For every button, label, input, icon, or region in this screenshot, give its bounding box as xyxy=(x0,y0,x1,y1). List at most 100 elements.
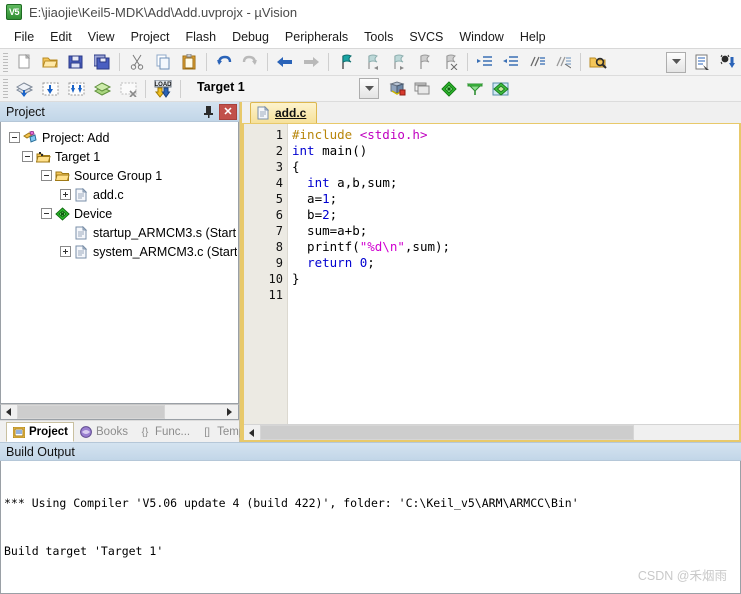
menu-peripherals[interactable]: Peripherals xyxy=(277,28,356,46)
bookmark-clear-icon[interactable] xyxy=(412,51,436,74)
tab-books[interactable]: Books xyxy=(74,422,133,442)
save-icon[interactable] xyxy=(64,51,88,74)
build-output-text[interactable]: *** Using Compiler 'V5.06 update 4 (buil… xyxy=(0,461,741,594)
indent-icon[interactable] xyxy=(473,51,497,74)
build-toolbar: LOAD Target 1 xyxy=(0,76,741,102)
build-output-panel: Build Output *** Using Compiler 'V5.06 u… xyxy=(0,442,741,594)
tree-item-device[interactable]: Device xyxy=(5,204,238,223)
scrollbar-track[interactable] xyxy=(17,405,222,419)
scroll-left-icon[interactable] xyxy=(1,405,17,419)
menu-svcs[interactable]: SVCS xyxy=(401,28,451,46)
combo-dropdown-icon[interactable] xyxy=(664,51,688,74)
tree-expander[interactable] xyxy=(41,208,52,219)
scroll-right-icon[interactable] xyxy=(222,405,238,419)
bookmark-toggle-icon[interactable] xyxy=(334,51,358,74)
redo-icon[interactable] xyxy=(238,51,262,74)
tree-expander[interactable] xyxy=(22,151,33,162)
code-token: printf( xyxy=(292,239,360,254)
tree-expander[interactable] xyxy=(60,189,71,200)
tab-label: Project xyxy=(29,426,68,438)
chevron-down-icon[interactable] xyxy=(359,78,379,99)
pack-installer-icon[interactable] xyxy=(437,77,461,100)
copy-icon[interactable] xyxy=(151,51,175,74)
tree-expander[interactable] xyxy=(9,132,20,143)
scrollbar-thumb[interactable] xyxy=(17,405,165,419)
toolbar-grip[interactable] xyxy=(3,53,8,72)
c-file-icon xyxy=(257,106,270,120)
tree-item-source-group-1[interactable]: Source Group 1 xyxy=(5,166,238,185)
editor-frame: 1 2 3 4 5 6 7 8 9 10 11 #include <stdio.… xyxy=(242,124,741,442)
download-icon[interactable]: LOAD xyxy=(151,77,175,100)
toolbar-grip[interactable] xyxy=(3,79,8,98)
uncomment-icon[interactable] xyxy=(551,51,575,74)
title-bar: V5 E:\jiaojie\Keil5-MDK\Add\Add.uvprojx … xyxy=(0,0,741,25)
project-panel-header: Project ✕ xyxy=(0,102,239,122)
menu-edit[interactable]: Edit xyxy=(42,28,80,46)
tree-expander[interactable] xyxy=(41,170,52,181)
target-options-icon[interactable] xyxy=(385,77,409,100)
code-editor[interactable]: 1 2 3 4 5 6 7 8 9 10 11 #include <stdio.… xyxy=(244,124,739,424)
rebuild-icon[interactable] xyxy=(38,77,62,100)
menu-view[interactable]: View xyxy=(80,28,123,46)
bookmark-next-icon[interactable] xyxy=(386,51,410,74)
code-token: ; xyxy=(330,191,338,206)
target-selector-value[interactable]: Target 1 xyxy=(191,78,359,99)
configure-icon[interactable] xyxy=(690,51,714,74)
stop-build-icon[interactable] xyxy=(116,77,140,100)
navigate-forward-icon[interactable] xyxy=(299,51,323,74)
tree-item-system-armcm3-c[interactable]: system_ARMCM3.c (Start xyxy=(5,242,238,261)
batch-build-icon[interactable] xyxy=(64,77,88,100)
project-tree[interactable]: Project: Add Target 1 xyxy=(0,122,239,404)
debug-settings-icon[interactable] xyxy=(716,51,740,74)
code-line: int a,b,sum; xyxy=(292,175,739,191)
navigate-back-icon[interactable] xyxy=(273,51,297,74)
bookmark-clear-all-icon[interactable] xyxy=(438,51,462,74)
find-in-files-icon[interactable] xyxy=(586,51,610,74)
tree-item-project-add[interactable]: Project: Add xyxy=(5,128,238,147)
menu-file[interactable]: File xyxy=(6,28,42,46)
tree-item-add-c[interactable]: add.c xyxy=(5,185,238,204)
document-tabs: add.c xyxy=(242,102,741,124)
manage-runtime-icon[interactable] xyxy=(489,77,513,100)
code-line: #include <stdio.h> xyxy=(292,127,739,143)
bookmark-prev-icon[interactable] xyxy=(360,51,384,74)
close-icon[interactable]: ✕ xyxy=(219,104,237,120)
code-content[interactable]: #include <stdio.h>int main(){ int a,b,su… xyxy=(288,124,739,424)
menu-project[interactable]: Project xyxy=(123,28,178,46)
code-token: 2 xyxy=(322,207,330,222)
tab-label: Books xyxy=(96,426,128,438)
pin-icon[interactable] xyxy=(200,103,217,120)
menu-flash[interactable]: Flash xyxy=(177,28,224,46)
tree-expander[interactable] xyxy=(60,246,71,257)
document-tab-add-c[interactable]: add.c xyxy=(250,102,317,123)
tree-item-target-1[interactable]: Target 1 xyxy=(5,147,238,166)
menu-window[interactable]: Window xyxy=(451,28,511,46)
scrollbar-track[interactable] xyxy=(260,425,739,440)
menu-tools[interactable]: Tools xyxy=(356,28,401,46)
paste-icon[interactable] xyxy=(177,51,201,74)
project-tree-hscrollbar[interactable] xyxy=(0,404,239,420)
target-selector[interactable]: Target 1 xyxy=(191,78,379,99)
cut-icon[interactable] xyxy=(125,51,149,74)
save-all-icon[interactable] xyxy=(90,51,114,74)
tree-item-startup-armcm3-s[interactable]: startup_ARMCM3.s (Start xyxy=(5,223,238,242)
code-token: ; xyxy=(330,207,338,222)
menu-help[interactable]: Help xyxy=(512,28,554,46)
new-file-icon[interactable] xyxy=(12,51,36,74)
configuration-wizard-icon[interactable] xyxy=(463,77,487,100)
menu-debug[interactable]: Debug xyxy=(224,28,277,46)
outdent-icon[interactable] xyxy=(499,51,523,74)
scroll-left-icon[interactable] xyxy=(244,425,260,440)
toolbar-separator xyxy=(180,80,181,98)
tab-functions[interactable]: {} Func... xyxy=(133,422,195,442)
scrollbar-thumb[interactable] xyxy=(260,425,634,440)
combo-arrow[interactable] xyxy=(666,52,686,73)
editor-hscrollbar[interactable] xyxy=(244,424,739,440)
translate-icon[interactable] xyxy=(90,77,114,100)
manage-multi-project-icon[interactable] xyxy=(411,77,435,100)
undo-icon[interactable] xyxy=(212,51,236,74)
comment-icon[interactable] xyxy=(525,51,549,74)
tab-project[interactable]: Project xyxy=(6,422,74,442)
open-file-icon[interactable] xyxy=(38,51,62,74)
build-icon[interactable] xyxy=(12,77,36,100)
